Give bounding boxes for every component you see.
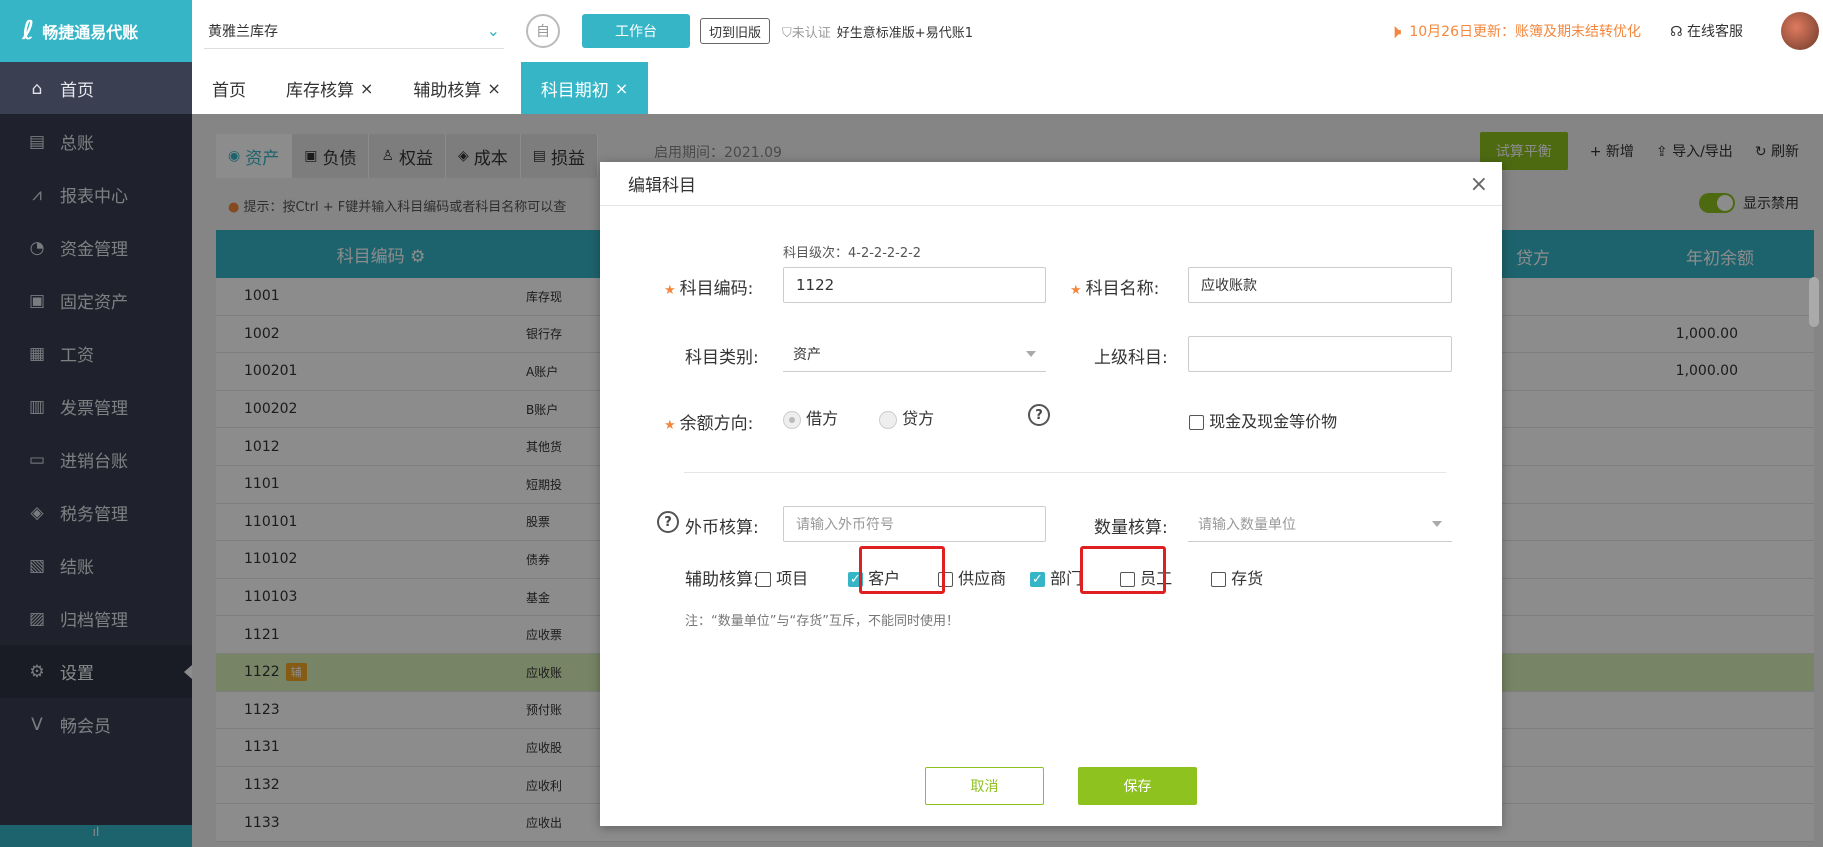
page-tabs: 首页 库存核算 × 辅助核算 × 科目期初 ×	[192, 62, 1823, 114]
aux-label: 辅助核算:	[685, 565, 759, 590]
service-label: 在线客服	[1687, 24, 1743, 40]
radio-unchecked[interactable]	[879, 411, 897, 429]
help-icon[interactable]: ?	[1028, 404, 1050, 426]
required-star-icon: ★	[664, 283, 676, 298]
cash-equivalent-checkbox[interactable]: 现金及现金等价物	[1189, 408, 1337, 432]
self-service-icon[interactable]: 自	[526, 14, 560, 48]
logo-icon: ℓ	[22, 16, 34, 46]
aux-option-5[interactable]: 存货	[1211, 565, 1263, 589]
tab-0[interactable]: 首页	[192, 62, 266, 114]
app-name: 畅捷通易代账	[42, 19, 138, 43]
help-icon[interactable]: ?	[657, 511, 679, 533]
highlight-box-department	[1080, 546, 1166, 594]
save-button[interactable]: 保存	[1078, 767, 1197, 805]
company-selector[interactable]: 黄雅兰库存 ⌄	[204, 13, 504, 49]
fx-input[interactable]: 请输入外币符号	[783, 506, 1046, 542]
cancel-button[interactable]: 取消	[925, 767, 1044, 805]
type-label: 科目类别:	[685, 343, 759, 368]
code-label-wrap: ★ 科目编码:	[664, 274, 753, 299]
speaker-icon: 🕨	[1389, 19, 1402, 43]
qty-unit-select[interactable]: 请输入数量单位	[1188, 506, 1452, 542]
credit-radio[interactable]: 贷方	[879, 405, 934, 429]
aux-option-label: 部门	[1050, 569, 1082, 588]
close-icon[interactable]: ×	[360, 79, 373, 98]
headset-icon: ☊	[1670, 24, 1682, 40]
required-star-icon: ★	[1070, 283, 1082, 298]
tab-label: 库存核算	[286, 76, 354, 101]
caret-down-icon	[1432, 521, 1442, 527]
cash-equivalent-label: 现金及现金等价物	[1209, 412, 1337, 431]
fx-label: 外币核算:	[685, 513, 759, 538]
checkbox[interactable]	[1211, 572, 1226, 587]
aux-option-0[interactable]: 项目	[756, 565, 808, 589]
tab-3[interactable]: 科目期初 ×	[521, 62, 648, 114]
chevron-down-icon: ⌄	[487, 21, 500, 40]
aux-option-label: 存货	[1231, 569, 1263, 588]
checkbox[interactable]: ✓	[1030, 572, 1045, 587]
subject-level: 科目级次：4-2-2-2-2-2	[783, 242, 921, 261]
tab-2[interactable]: 辅助核算 ×	[393, 62, 520, 114]
divider	[684, 472, 1446, 473]
aux-option-3[interactable]: ✓ 部门	[1030, 565, 1082, 589]
tab-1[interactable]: 库存核算 ×	[266, 62, 393, 114]
avatar[interactable]	[1781, 12, 1819, 50]
aux-option-2[interactable]: 供应商	[938, 565, 1006, 589]
update-notice[interactable]: 🕨 10月26日更新：账簿及期末结转优化	[1389, 19, 1641, 43]
app-logo[interactable]: ℓ 畅捷通易代账	[0, 0, 192, 62]
balance-label: 余额方向:	[680, 414, 754, 434]
dialog-title: 编辑科目	[600, 162, 1502, 206]
subject-type-select[interactable]: 资产	[783, 336, 1046, 372]
code-label: 科目编码:	[680, 279, 754, 299]
checkbox[interactable]	[1189, 415, 1204, 430]
sidebar-item-label: 首页	[60, 76, 94, 101]
cert-status-label: 未认证	[792, 26, 831, 41]
qty-placeholder: 请输入数量单位	[1198, 514, 1296, 534]
switch-old-version-button[interactable]: 切到旧版	[700, 18, 770, 44]
close-icon[interactable]: ×	[1470, 172, 1488, 197]
parent-label: 上级科目:	[1094, 343, 1168, 368]
plan-name: 好生意标准版+易代账1	[837, 22, 973, 41]
subject-code-input[interactable]: 1122	[783, 267, 1046, 303]
subject-type-value: 资产	[793, 344, 821, 364]
tab-label: 科目期初	[541, 76, 609, 101]
notice-text: 10月26日更新：账簿及期末结转优化	[1409, 21, 1641, 41]
top-bar: 黄雅兰库存 ⌄ 自 工作台 切到旧版 ⛉未认证 好生意标准版+易代账1 🕨 10…	[192, 0, 1823, 62]
parent-subject-input[interactable]	[1188, 336, 1452, 372]
nav-icon: ⌂	[26, 79, 48, 99]
required-star-icon: ★	[664, 418, 676, 433]
debit-radio[interactable]: 借方	[783, 405, 838, 429]
caret-down-icon	[1026, 351, 1036, 357]
highlight-box-customer	[859, 546, 945, 594]
radio-checked[interactable]	[783, 411, 801, 429]
scrollbar[interactable]	[1809, 277, 1819, 327]
checkbox[interactable]	[756, 572, 771, 587]
balance-label-wrap: ★ 余额方向:	[664, 409, 753, 434]
name-label: 科目名称:	[1086, 279, 1160, 299]
workbench-button[interactable]: 工作台	[582, 14, 690, 48]
qty-label: 数量核算:	[1094, 513, 1168, 538]
aux-option-label: 供应商	[958, 569, 1006, 588]
close-icon[interactable]: ×	[615, 79, 628, 98]
aux-note: 注：“数量单位”与“存货”互斥，不能同时使用！	[685, 610, 959, 629]
credit-label: 贷方	[902, 409, 934, 428]
subject-name-input[interactable]: 应收账款	[1188, 267, 1452, 303]
close-icon[interactable]: ×	[487, 79, 500, 98]
sidebar-item-0[interactable]: ⌂ 首页	[0, 62, 192, 115]
name-label-wrap: ★ 科目名称:	[1070, 274, 1159, 299]
aux-option-label: 项目	[776, 569, 808, 588]
shield-icon: ⛉	[782, 26, 792, 41]
tab-label: 首页	[212, 76, 246, 101]
cert-status[interactable]: ⛉未认证	[782, 22, 831, 41]
tab-label: 辅助核算	[413, 76, 481, 101]
debit-label: 借方	[806, 409, 838, 428]
online-service-link[interactable]: ☊ 在线客服	[1670, 21, 1743, 41]
company-name: 黄雅兰库存	[208, 21, 278, 41]
edit-subject-dialog: 编辑科目 × 科目级次：4-2-2-2-2-2 ★ 科目编码: 1122 ★ 科目名…	[600, 162, 1502, 826]
